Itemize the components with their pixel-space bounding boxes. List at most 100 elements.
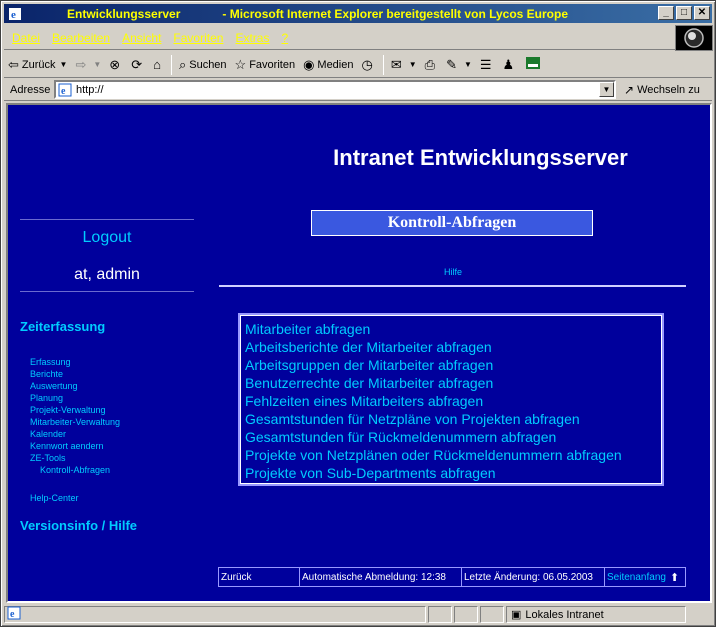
address-label: Adresse xyxy=(10,83,51,96)
edit-icon: ✎ xyxy=(446,56,457,72)
refresh-button[interactable]: ⟳ xyxy=(127,54,149,76)
search-button[interactable]: ⌕ Suchen xyxy=(175,54,231,76)
back-button[interactable]: ⇦ Zurück ▼ xyxy=(4,54,71,76)
query-link[interactable]: Gesamtstunden für Netzpläne von Projekte… xyxy=(245,410,657,428)
menu-bar: Datei Bearbeiten Ansicht Favoriten Extra… xyxy=(4,26,712,50)
nav-item-mitarbeiter-verwaltung[interactable]: Mitarbeiter-Verwaltung xyxy=(30,416,120,428)
main-divider xyxy=(219,285,686,287)
query-link[interactable]: Fehlzeiten eines Mitarbeiters abfragen xyxy=(245,392,657,410)
favorites-button[interactable]: ☆ Favoriten xyxy=(231,54,300,76)
window-title-app: Entwicklungsserver xyxy=(67,6,181,21)
messenger-button[interactable]: ♟ xyxy=(499,54,522,76)
footer-top-link[interactable]: Seitenanfang ⬆ xyxy=(605,568,685,586)
media-button[interactable]: ◉ Medien xyxy=(299,54,357,76)
favorites-icon: ☆ xyxy=(234,56,247,72)
query-link[interactable]: Benutzerrechte der Mitarbeiter abfragen xyxy=(245,374,657,392)
query-link[interactable]: Projekte von Netzplänen oder Rückmeldenu… xyxy=(245,446,657,464)
menu-datei[interactable]: Datei xyxy=(4,31,46,45)
nav-item-ze-tools[interactable]: ZE-Tools xyxy=(30,452,120,464)
menu-extras[interactable]: Extras xyxy=(229,31,275,45)
svg-text:e: e xyxy=(61,86,66,97)
status-main: e xyxy=(4,606,426,623)
edit-button[interactable]: ✎ ▼ xyxy=(442,54,476,76)
page-footer: Zurück Automatische Abmeldung: 12:38 Let… xyxy=(218,567,686,587)
throbber-logo-icon xyxy=(675,25,713,51)
query-link[interactable]: Arbeitsgruppen der Mitarbeiter abfragen xyxy=(245,356,657,374)
page-status-icon: e xyxy=(7,606,21,623)
home-button[interactable]: ⌂ xyxy=(149,54,168,76)
toolbar: ⇦ Zurück ▼ ⇨ ▼ ⊗ ⟳ ⌂ ⌕ Suchen ☆ Favorite… xyxy=(4,52,712,78)
search-label: Suchen xyxy=(189,58,227,71)
messenger-icon: ♟ xyxy=(502,56,515,72)
query-link[interactable]: Mitarbeiter abfragen xyxy=(245,320,657,338)
nav-item-kalender[interactable]: Kalender xyxy=(30,428,120,440)
dropdown-arrow-icon: ▼ xyxy=(463,60,472,69)
print-icon: ⎙ xyxy=(424,56,436,72)
lycos-icon xyxy=(525,55,541,74)
go-button[interactable]: ↗ Wechseln zu xyxy=(624,83,700,97)
back-arrow-icon: ⇦ xyxy=(8,56,19,72)
page-icon: e xyxy=(58,83,72,97)
home-icon: ⌂ xyxy=(153,57,161,72)
toolbar-separator xyxy=(382,54,384,75)
sidebar-divider xyxy=(20,219,194,220)
menu-bearbeiten[interactable]: Bearbeiten xyxy=(46,31,116,45)
nav-item-projekt-verwaltung[interactable]: Projekt-Verwaltung xyxy=(30,404,120,416)
media-label: Medien xyxy=(317,58,354,71)
nav-zeiterfassung[interactable]: Zeiterfassung xyxy=(20,319,105,334)
history-icon: ◷ xyxy=(361,56,373,72)
minimize-button[interactable]: _ xyxy=(658,6,674,20)
status-bar: e ▣ Lokales Intranet xyxy=(4,606,712,625)
page-content: Intranet Entwicklungsserver Logout at, a… xyxy=(6,103,712,603)
nav-item-berichte[interactable]: Berichte xyxy=(30,368,120,380)
nav-item-help-center[interactable]: Help-Center xyxy=(30,492,120,504)
nav-item-planung[interactable]: Planung xyxy=(30,392,120,404)
query-link[interactable]: Projekte von Sub-Departments abfragen xyxy=(245,464,657,482)
menu-help[interactable]: ? xyxy=(275,31,294,45)
mail-icon: ✉ xyxy=(390,56,402,72)
menu-favoriten[interactable]: Favoriten xyxy=(167,31,229,45)
history-button[interactable]: ◷ xyxy=(357,54,379,76)
current-user: at, admin xyxy=(74,266,140,283)
svg-text:e: e xyxy=(11,9,16,21)
menu-ansicht[interactable]: Ansicht xyxy=(116,31,167,45)
nav-item-erfassung[interactable]: Erfassung xyxy=(30,356,120,368)
status-zone: ▣ Lokales Intranet xyxy=(506,606,686,623)
title-bar[interactable]: e Entwicklungsserver - Microsoft Interne… xyxy=(4,4,712,23)
nav-item-auswertung[interactable]: Auswertung xyxy=(30,380,120,392)
maximize-button[interactable]: □ xyxy=(676,6,692,20)
footer-back-link[interactable]: Zurück xyxy=(219,568,300,586)
up-arrow-icon: ⬆ xyxy=(669,571,680,584)
dropdown-arrow-icon: ▼ xyxy=(408,60,417,69)
discuss-icon: ☰ xyxy=(479,56,492,72)
sidebar-divider xyxy=(20,291,194,292)
query-link[interactable]: Arbeitsberichte der Mitarbeiter abfragen xyxy=(245,338,657,356)
address-input[interactable]: e http:// ▼ xyxy=(54,80,616,99)
mail-button[interactable]: ✉ ▼ xyxy=(387,54,421,76)
hilfe-link[interactable]: Hilfe xyxy=(428,267,478,277)
nav-item-kennwort[interactable]: Kennwort aendern xyxy=(30,440,120,452)
search-icon: ⌕ xyxy=(178,56,187,72)
stop-button[interactable]: ⊗ xyxy=(105,54,127,76)
lycos-button[interactable] xyxy=(521,54,545,76)
nav-versionsinfo[interactable]: Versionsinfo / Hilfe xyxy=(20,518,137,533)
status-cell xyxy=(428,606,452,623)
nav-item-kontroll-abfragen[interactable]: Kontroll-Abfragen xyxy=(30,464,120,476)
query-link[interactable]: Gesamtstunden für Rückmeldenummern abfra… xyxy=(245,428,657,446)
logout-link[interactable]: Logout xyxy=(20,229,194,247)
discuss-button[interactable]: ☰ xyxy=(476,54,499,76)
stop-icon: ⊗ xyxy=(109,56,121,72)
go-arrow-icon: ↗ xyxy=(624,82,635,97)
print-button[interactable]: ⎙ xyxy=(421,54,442,76)
close-button[interactable]: ✕ xyxy=(694,6,710,20)
forward-button[interactable]: ⇨ ▼ xyxy=(71,54,105,76)
favorites-label: Favoriten xyxy=(249,58,296,71)
address-url: http:// xyxy=(76,83,104,96)
zone-label: Lokales Intranet xyxy=(525,608,604,621)
dropdown-arrow-icon: ▼ xyxy=(93,60,102,69)
ie-icon: e xyxy=(7,6,23,22)
media-icon: ◉ xyxy=(303,56,315,72)
address-dropdown-icon[interactable]: ▼ xyxy=(599,82,614,97)
sidebar-nav: Erfassung Berichte Auswertung Planung Pr… xyxy=(30,356,120,504)
page-title: Intranet Entwicklungsserver xyxy=(333,145,628,170)
